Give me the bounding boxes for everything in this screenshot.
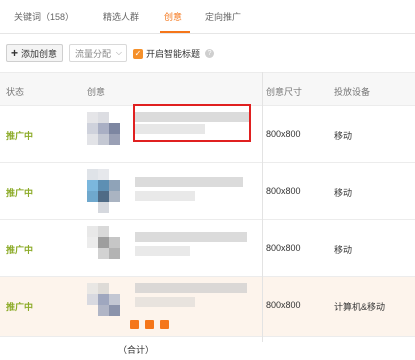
edit-icon[interactable]	[130, 320, 139, 329]
total-label: （合计）	[118, 345, 155, 355]
status-label: 推广中	[6, 302, 34, 312]
creative-size: 800x800	[266, 129, 301, 139]
creative-thumbnail[interactable]	[87, 226, 131, 270]
creative-size: 800x800	[266, 186, 301, 196]
header-status: 状态	[6, 87, 25, 97]
creative-size: 800x800	[266, 300, 301, 310]
add-creative-button[interactable]: + 添加创意	[6, 44, 64, 62]
creative-subtitle-blurred	[135, 246, 190, 256]
status-label: 推广中	[6, 245, 34, 255]
creative-title-blurred	[135, 283, 247, 293]
help-icon[interactable]: ?	[205, 49, 215, 58]
creative-thumbnail[interactable]	[87, 112, 131, 156]
table-row[interactable]: 推广中 800x800 移动	[0, 220, 415, 277]
table-header: 状态 创意 创意尺寸 投放设备	[0, 72, 415, 106]
column-divider	[262, 72, 263, 342]
smart-title-label: 开启智能标题	[146, 49, 201, 59]
creative-subtitle-blurred	[135, 297, 195, 307]
device-type: 移动	[334, 131, 353, 141]
device-type: 移动	[334, 245, 353, 255]
table-footer: （合计）	[0, 337, 415, 360]
chevron-down-icon: ⌵	[115, 48, 122, 57]
flow-allocation-dropdown[interactable]: 流量分配 ⌵	[69, 44, 127, 62]
table-row[interactable]: 推广中 800x800 移动	[0, 163, 415, 220]
plus-icon: +	[11, 46, 19, 60]
table-row[interactable]: 推广中 800x800 计算机&移动	[0, 277, 415, 337]
tab-bar: 关键词（158） 精选人群 创意 定向推广	[0, 0, 415, 34]
creative-subtitle-blurred	[135, 191, 195, 201]
checkbox-checked-icon[interactable]: ✓	[133, 48, 143, 59]
smart-title-toggle[interactable]: ✓ 开启智能标题 ?	[133, 47, 215, 60]
add-creative-label: 添加创意	[21, 48, 58, 59]
creative-title-blurred	[135, 232, 247, 242]
status-label: 推广中	[6, 188, 34, 198]
device-type: 移动	[334, 188, 353, 198]
preview-icon[interactable]	[160, 320, 169, 329]
creative-size: 800x800	[266, 243, 301, 253]
status-label: 推广中	[6, 131, 34, 141]
active-tab-indicator	[160, 31, 190, 33]
toolbar: + 添加创意 流量分配 ⌵ ✓ 开启智能标题 ?	[0, 38, 415, 70]
tab-keywords[interactable]: 关键词（158）	[14, 10, 74, 23]
delete-icon[interactable]	[145, 320, 154, 329]
tab-creative[interactable]: 创意	[164, 10, 182, 23]
header-creative: 创意	[87, 87, 106, 97]
row-actions	[130, 320, 169, 329]
device-type: 计算机&移动	[334, 302, 386, 312]
creative-thumbnail[interactable]	[87, 169, 131, 213]
creative-title-blurred	[135, 177, 243, 187]
tab-audience[interactable]: 精选人群	[103, 10, 139, 23]
flow-allocation-value: 流量分配	[75, 48, 112, 59]
highlight-box	[133, 104, 251, 142]
creative-thumbnail[interactable]	[87, 283, 131, 327]
header-device: 投放设备	[334, 87, 371, 97]
tab-targeting[interactable]: 定向推广	[205, 10, 241, 23]
header-size: 创意尺寸	[266, 87, 303, 97]
